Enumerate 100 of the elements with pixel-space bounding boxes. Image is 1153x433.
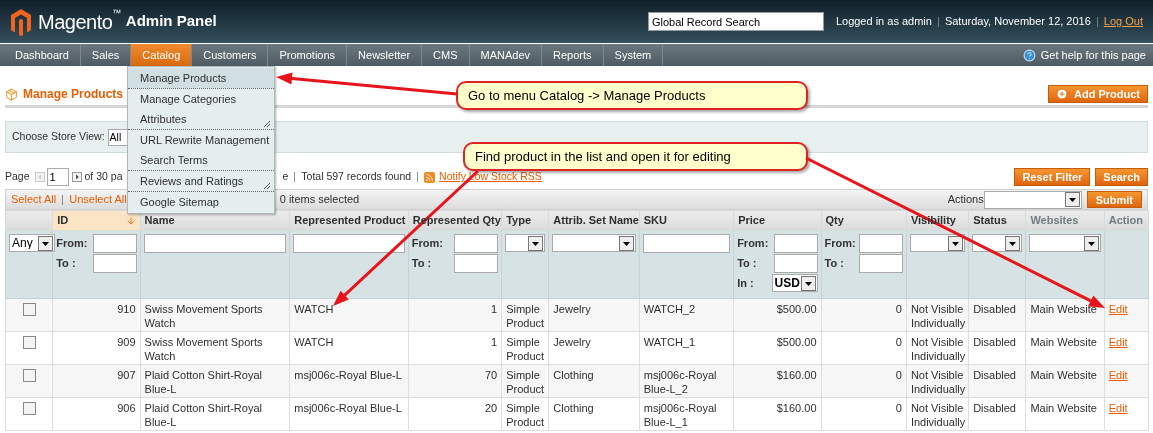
- input-field[interactable]: [642, 234, 731, 253]
- table-cell: Disabled: [968, 397, 1026, 431]
- dropdown-select[interactable]: Any: [9, 234, 55, 252]
- to-label: To :: [824, 256, 844, 272]
- table-cell: Simple Product: [501, 298, 549, 332]
- table-cell: 1: [408, 298, 502, 332]
- next-page-icon[interactable]: [71, 172, 82, 182]
- table-cell: WATCH: [289, 331, 409, 365]
- from-label: From:: [56, 236, 88, 252]
- date-text: Saturday, November 12, 2016: [944, 14, 1091, 30]
- logout-link[interactable]: Log Out: [1103, 13, 1143, 30]
- table-cell: WATCH_1: [639, 331, 734, 365]
- input-field[interactable]: [858, 234, 903, 253]
- table-cell: Clothing: [548, 364, 640, 398]
- column-header[interactable]: Status: [968, 210, 1026, 231]
- page-input[interactable]: 1: [46, 168, 69, 186]
- column-header: Websites: [1025, 210, 1105, 231]
- table-cell: Swiss Movement Sports Watch: [140, 298, 290, 332]
- input-field[interactable]: [454, 254, 499, 273]
- nav-tab[interactable]: Dashboard: [4, 44, 81, 66]
- logo-text: Magento™: [38, 6, 121, 35]
- dropdown-select[interactable]: USD: [771, 274, 818, 292]
- menu-item[interactable]: Google Sitemap: [128, 192, 274, 212]
- page-title: Manage Products: [23, 86, 124, 103]
- menu-item[interactable]: Reviews and Ratings: [128, 171, 274, 191]
- table-cell: 907: [52, 364, 141, 398]
- column-header[interactable]: Type: [501, 210, 549, 231]
- records-count: Total 597 records found: [301, 169, 412, 185]
- column-header[interactable]: Qty: [821, 210, 907, 231]
- nav-tab[interactable]: MANAdev: [469, 44, 543, 66]
- menu-item[interactable]: Manage Products: [128, 68, 274, 88]
- column-header[interactable]: ID: [52, 210, 141, 231]
- page-label: Page: [5, 169, 30, 185]
- input-field[interactable]: [143, 234, 287, 253]
- grip-icon: [264, 183, 270, 189]
- dropdown-select[interactable]: [1029, 234, 1101, 252]
- dropdown-select[interactable]: [552, 234, 636, 252]
- input-field[interactable]: [293, 234, 405, 253]
- page-count-text: of 30 pa: [84, 169, 123, 185]
- menu-item[interactable]: URL Rewrite Management: [128, 130, 274, 150]
- input-field[interactable]: [454, 234, 499, 253]
- table-cell: $160.00: [733, 397, 821, 431]
- help-link[interactable]: Get help for this page: [1022, 44, 1153, 66]
- nav-tab[interactable]: Reports: [542, 44, 604, 66]
- table-cell: Jewelry: [548, 298, 640, 332]
- column-header[interactable]: Attrib. Set Name: [548, 210, 640, 231]
- dropdown-select[interactable]: [909, 234, 966, 252]
- table-cell: Clothing: [548, 397, 640, 431]
- table-cell: Main Website: [1025, 397, 1105, 431]
- menu-item[interactable]: Attributes: [128, 109, 274, 129]
- input-field[interactable]: [92, 254, 137, 273]
- input-field[interactable]: [858, 254, 903, 273]
- table-cell: msj006c-Royal Blue-L_1: [639, 397, 734, 431]
- plus-icon: [1056, 88, 1068, 100]
- row-checkbox[interactable]: [22, 402, 36, 415]
- table-cell: Swiss Movement Sports Watch: [140, 331, 290, 365]
- dropdown-select[interactable]: [972, 234, 1023, 252]
- table-cell: Main Website: [1025, 364, 1105, 398]
- table-cell: 910: [52, 298, 141, 332]
- menu-item[interactable]: Manage Categories: [128, 89, 274, 109]
- caret-icon: [1005, 235, 1021, 251]
- search-field[interactable]: Global Record Search: [647, 12, 824, 31]
- table-cell: 0: [821, 331, 907, 365]
- store-view-label: Choose Store View:: [12, 129, 105, 145]
- table-cell: Disabled: [968, 331, 1026, 365]
- help-icon: [1022, 48, 1036, 62]
- caret-icon: [618, 235, 634, 251]
- actions-label: Actions: [947, 192, 984, 208]
- column-header[interactable]: Price: [733, 210, 821, 231]
- selected-count: 0 items selected: [279, 192, 360, 208]
- dropdown-select[interactable]: [983, 190, 1082, 209]
- table-cell: $500.00: [733, 331, 821, 365]
- edit-link[interactable]: Edit: [1108, 402, 1128, 414]
- nav-tab[interactable]: System: [603, 44, 664, 66]
- row-checkbox[interactable]: [22, 303, 36, 316]
- sort-arrow-icon: [125, 215, 136, 226]
- table-cell: Simple Product: [501, 397, 549, 431]
- table-cell: 1: [408, 331, 502, 365]
- table-cell: Not Visible Individually: [906, 298, 969, 332]
- row-checkbox[interactable]: [22, 369, 36, 382]
- logo-subtitle: Admin Panel: [125, 11, 217, 32]
- store-view-select[interactable]: All: [107, 128, 128, 146]
- menu-item[interactable]: Search Terms: [128, 150, 274, 170]
- grip-icon: [264, 121, 270, 127]
- table-cell: $500.00: [733, 298, 821, 332]
- table-cell: WATCH_2: [639, 298, 734, 332]
- column-header[interactable]: Represented Product: [289, 210, 409, 231]
- nav-tab[interactable]: Newsletter: [347, 44, 423, 66]
- row-checkbox[interactable]: [22, 336, 36, 349]
- table-cell: $160.00: [733, 364, 821, 398]
- nav-tab[interactable]: CMS: [422, 44, 470, 66]
- dropdown-select[interactable]: [505, 234, 546, 252]
- table-cell: msj006c-Royal Blue-L: [289, 397, 409, 431]
- table-cell: Main Website: [1025, 331, 1105, 365]
- input-field[interactable]: [92, 234, 137, 253]
- input-field[interactable]: [773, 254, 818, 273]
- table-cell: 906: [52, 397, 141, 431]
- edit-link[interactable]: Edit: [1108, 336, 1128, 348]
- input-field[interactable]: [773, 234, 818, 253]
- column-header[interactable]: SKU: [639, 210, 734, 231]
